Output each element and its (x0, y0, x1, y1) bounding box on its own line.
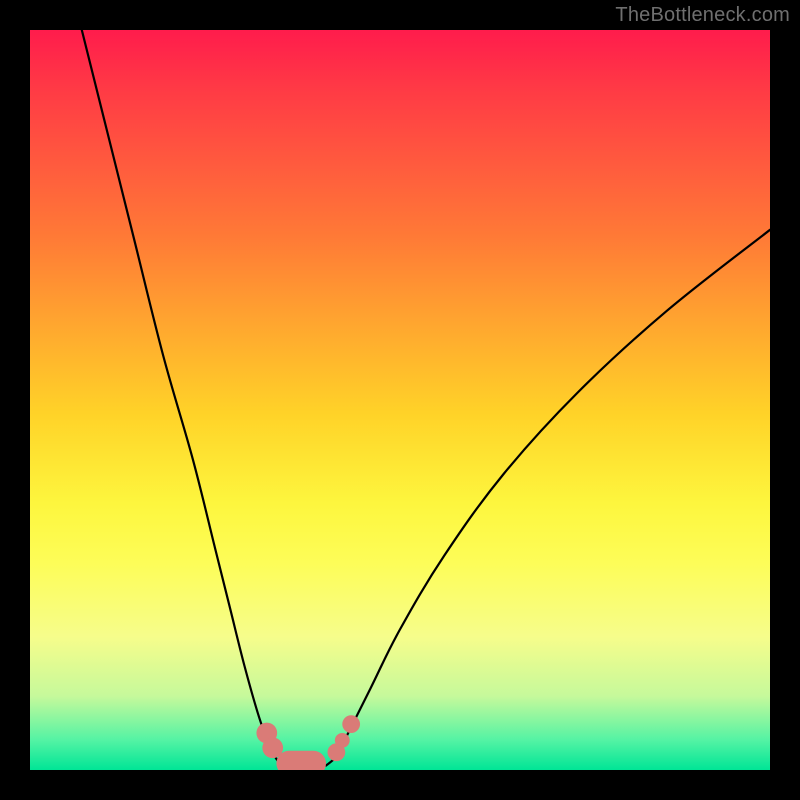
left-marker-2 (262, 737, 283, 758)
valley-capsule (276, 751, 326, 770)
left-curve (82, 30, 282, 766)
right-marker-2 (335, 733, 350, 748)
right-marker-3 (342, 715, 360, 733)
plot-area (30, 30, 770, 770)
chart-svg (30, 30, 770, 770)
chart-stage: TheBottleneck.com (0, 0, 800, 800)
right-curve (326, 230, 770, 766)
watermark-text: TheBottleneck.com (615, 4, 790, 27)
